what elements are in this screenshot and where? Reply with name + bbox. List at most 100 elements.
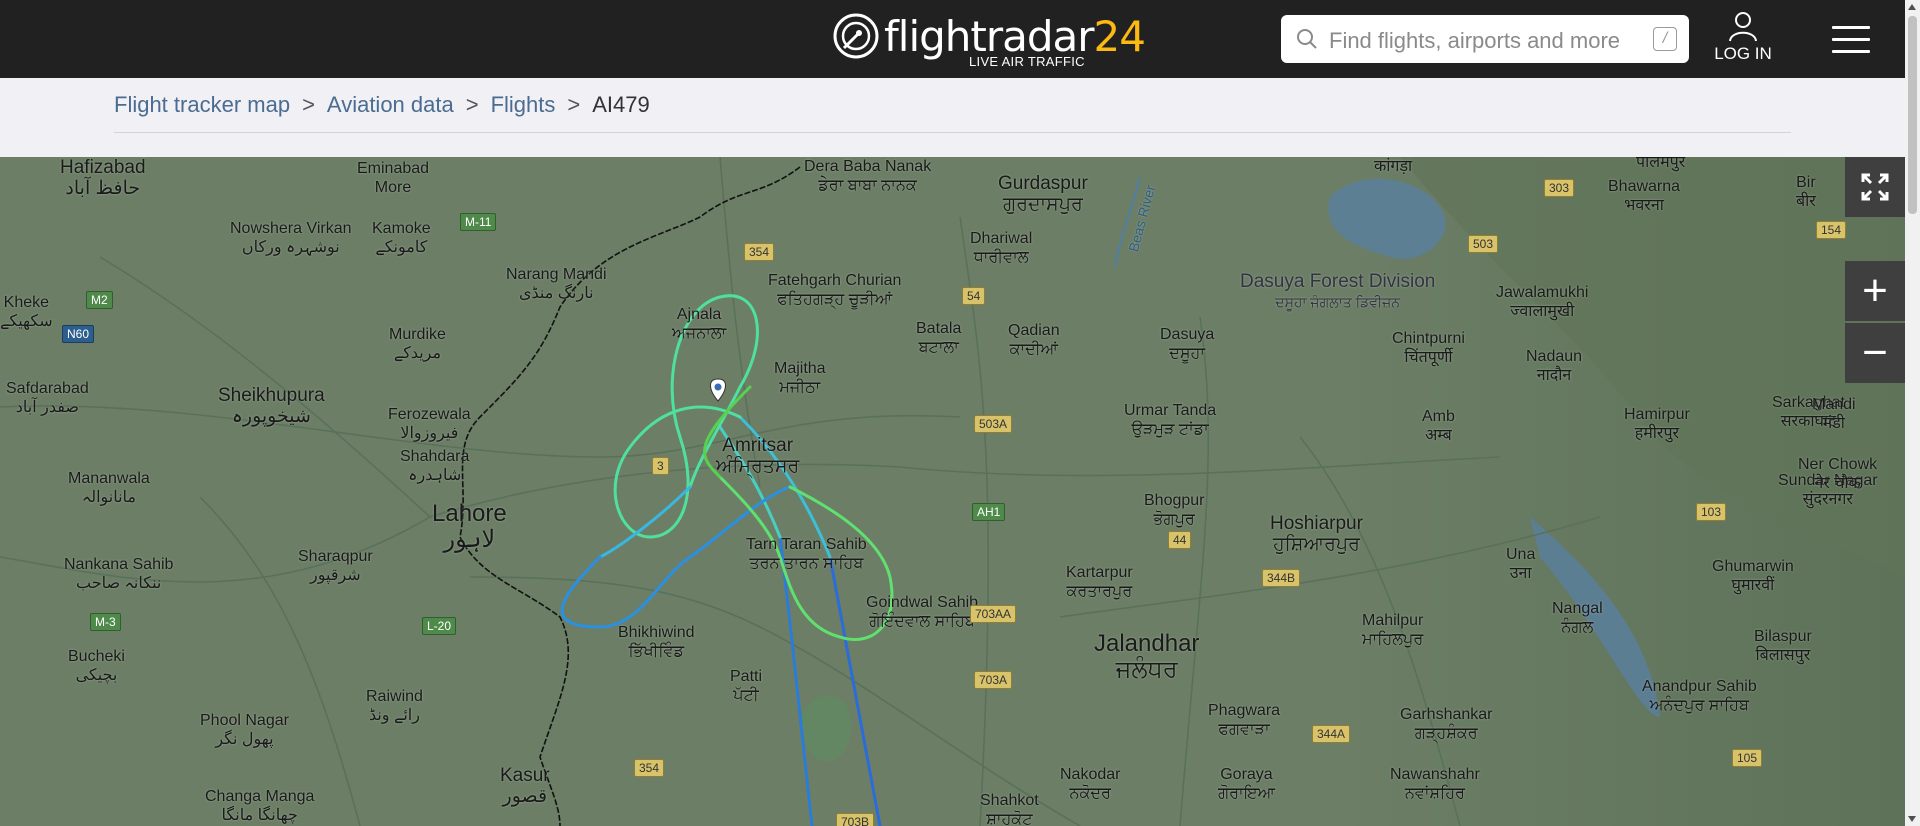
place-hafizabad: Hafizabad حافظ آباد <box>60 157 146 199</box>
place-batala: Batala ਬਟਾਲਾ <box>916 320 962 356</box>
road-shield: N60 <box>62 325 95 343</box>
place-dasuya-forest-division: Dasuya Forest Division ਦਸੂਹਾ ਜੰਗਲਾਤ ਡਿਵੀਜ… <box>1240 271 1436 310</box>
road-shield: AH1 <box>972 503 1006 521</box>
place-kangra: कांगड़ा <box>1374 158 1413 175</box>
place-nawanshahr: Nawanshahr ਨਵਾਂਸ਼ਹਿਰ <box>1390 766 1480 802</box>
place-ferozewala: Ferozewala فیروزوالا <box>388 406 471 442</box>
place-amritsar: Amritsar ਅੰਮ੍ਰਿਤਸਰ <box>716 435 800 477</box>
place-changa-manga: Changa Manga چھانگا مانگا <box>205 788 315 824</box>
place-dasuya: Dasuya ਦਸੂਹਾ <box>1160 326 1215 362</box>
place-palampur: पालमपुर <box>1636 157 1686 171</box>
place-qadian: Qadian ਕਾਦੀਆਂ <box>1008 322 1060 358</box>
place-nangal: Nangal ਨੰਗਲ <box>1552 600 1603 636</box>
place-bhogpur: Bhogpur ਭੋਗਪੁਰ <box>1144 492 1205 528</box>
place-nowshera: Nowshera Virkan نوشہرہ ورکاں <box>230 220 352 256</box>
place-ner-chowk: Ner Chowk नेर चौक <box>1798 456 1878 492</box>
breadcrumb-bar: Flight tracker map > Aviation data > Flights… <box>0 78 1905 157</box>
place-anandpur-sahib: Anandpur Sahib ਅਨੰਦਪੁਰ ਸਾਹਿਬ <box>1642 678 1757 714</box>
place-nadaun: Nadaun नादौन <box>1526 348 1583 384</box>
road-shield: 503 <box>1468 235 1499 253</box>
place-mandi: Mandi मंडी <box>1812 396 1856 432</box>
place-narang-mandi: Narang Mandi نارنگ منڈی <box>506 266 607 302</box>
place-bucheki: Bucheki بچیکی <box>68 648 125 684</box>
place-lahore: Lahore لاہور <box>432 500 507 553</box>
place-jalandhar: Jalandhar ਜਲੰਧਰ <box>1094 630 1200 683</box>
search-box[interactable]: Find flights, airports and more / <box>1281 15 1689 63</box>
place-kheke: Kheke سکھیکے <box>0 294 53 330</box>
place-bhawarna: Bhawarna भवरना <box>1608 178 1681 214</box>
place-kasur: Kasur قصور <box>500 765 550 807</box>
place-hamirpur: Hamirpur हमीरपुर <box>1624 406 1690 442</box>
road-shield: 3 <box>652 457 669 475</box>
place-safdarabad: Safdarabad صفدر آباد <box>6 380 89 416</box>
road-shield: 703AA <box>970 605 1017 623</box>
search-shortcut-hint: / <box>1653 27 1677 51</box>
place-bir: Bir बीर <box>1796 174 1816 210</box>
road-shield: 344B <box>1262 569 1301 587</box>
place-kamoke: Kamoke کامونکے <box>372 220 431 256</box>
login-button[interactable]: LOG IN <box>1706 10 1780 70</box>
zoom-in-button[interactable]: + <box>1845 261 1905 321</box>
place-goraya: Goraya ਗੋਰਾਇਆ <box>1218 766 1275 802</box>
breadcrumb-link-aviation-data[interactable]: Aviation data <box>327 92 454 117</box>
expand-icon <box>1861 173 1889 201</box>
road-shield: 344A <box>1312 725 1351 743</box>
minus-icon: − <box>1862 328 1888 377</box>
place-sharaqpur: Sharaqpur شرقپور <box>298 548 373 584</box>
place-shahdara: Shahdara شاہدرہ <box>400 448 470 484</box>
place-dera-baba-nanak: Dera Baba Nanak ਡੇਰਾ ਬਾਬਾ ਨਾਨਕ <box>804 158 932 194</box>
road-shield: 154 <box>1816 221 1847 239</box>
plus-icon: + <box>1862 266 1888 315</box>
place-gurdaspur: Gurdaspur ਗੁਰਦਾਸਪੁਰ <box>998 173 1088 215</box>
place-dhariwal: Dhariwal ਧਾਰੀਵਾਲ <box>970 230 1033 266</box>
place-ajnala: Ajnala ਅਜਨਾਲਾ <box>672 306 727 342</box>
road-shield: M-3 <box>90 613 121 631</box>
road-shield: 503A <box>974 415 1013 433</box>
road-shield: 44 <box>1168 531 1192 549</box>
menu-icon[interactable] <box>1832 26 1870 54</box>
search-icon <box>1297 29 1317 49</box>
place-ghumarwin: Ghumarwin घुमारवीं <box>1712 558 1794 594</box>
road-shield: 354 <box>744 243 775 261</box>
road-shield: 303 <box>1544 179 1575 197</box>
breadcrumb-link-flight-tracker-map[interactable]: Flight tracker map <box>114 92 290 117</box>
road-shield: 703A <box>974 671 1013 689</box>
place-amb: Amb अम्ब <box>1422 408 1455 444</box>
breadcrumb-link-flights[interactable]: Flights <box>491 92 556 117</box>
place-nakodar: Nakodar ਨਕੋਦਰ <box>1060 766 1121 802</box>
scrollbar-thumb[interactable] <box>1908 16 1917 214</box>
place-majitha: Majitha ਮਜੀਠਾ <box>774 360 826 396</box>
flightradar24-logo[interactable]: flightradar24 LIVE AIR TRAFFIC <box>832 10 1146 69</box>
place-raiwind: Raiwind رائے ونڈ <box>366 688 423 724</box>
road-shield: 54 <box>962 287 986 305</box>
place-jawalamukhi: Jawalamukhi ज्वालामुखी <box>1496 284 1589 320</box>
place-bhikhiwind: Bhikhiwind ਭਿੱਖੀਵਿੰਡ <box>618 624 695 660</box>
airport-marker-icon[interactable] <box>710 378 726 402</box>
zoom-out-button[interactable]: − <box>1845 323 1905 383</box>
place-shahkot: Shahkot ਸ਼ਾਹਕੋਟ <box>980 792 1039 826</box>
place-tarn-taran: Tarn Taran Sahib ਤਰਨ ਤਾਰਨ ਸਾਹਿਬ <box>746 536 867 572</box>
place-phool-nagar: Phool Nagar پھول نگر <box>200 712 289 748</box>
place-patti: Patti ਪੱਟੀ <box>730 668 763 704</box>
breadcrumb: Flight tracker map > Aviation data > Flights… <box>114 92 650 117</box>
place-hoshiarpur: Hoshiarpur ਹੁਸ਼ਿਆਰਪੁਰ <box>1270 513 1363 555</box>
logo-subtitle: LIVE AIR TRAFFIC <box>969 54 1085 69</box>
user-icon <box>1729 12 1757 42</box>
page-scrollbar[interactable] <box>1905 0 1920 826</box>
scroll-down-arrow-icon[interactable] <box>1908 816 1916 822</box>
place-murdike: Murdike مریدکے <box>389 326 446 362</box>
top-bar: flightradar24 LIVE AIR TRAFFIC Find flig… <box>0 0 1905 78</box>
scroll-up-arrow-icon[interactable] <box>1908 4 1916 10</box>
place-mahilpur: Mahilpur ਮਾਹਿਲਪੁਰ <box>1362 612 1424 648</box>
road-shield: M2 <box>86 291 113 309</box>
place-nankana-sahib: Nankana Sahib ننکانہ صاحب <box>64 556 174 592</box>
login-label: LOG IN <box>1714 44 1772 63</box>
breadcrumb-current: AI479 <box>592 92 650 117</box>
flight-map[interactable]: Hafizabad حافظ آباد Eminabad More Nowshera… <box>0 157 1905 826</box>
radar-logo-icon <box>833 13 879 59</box>
fullscreen-button[interactable] <box>1845 157 1905 217</box>
place-urmar-tanda: Urmar Tanda ਉੜਮੁੜ ਟਾਂਡਾ <box>1124 402 1217 438</box>
search-input[interactable]: Find flights, airports and more <box>1329 28 1620 54</box>
place-mananwala: Mananwala مانانوالہ <box>68 470 150 506</box>
place-phagwara: Phagwara ਫਗਵਾੜਾ <box>1208 702 1281 738</box>
